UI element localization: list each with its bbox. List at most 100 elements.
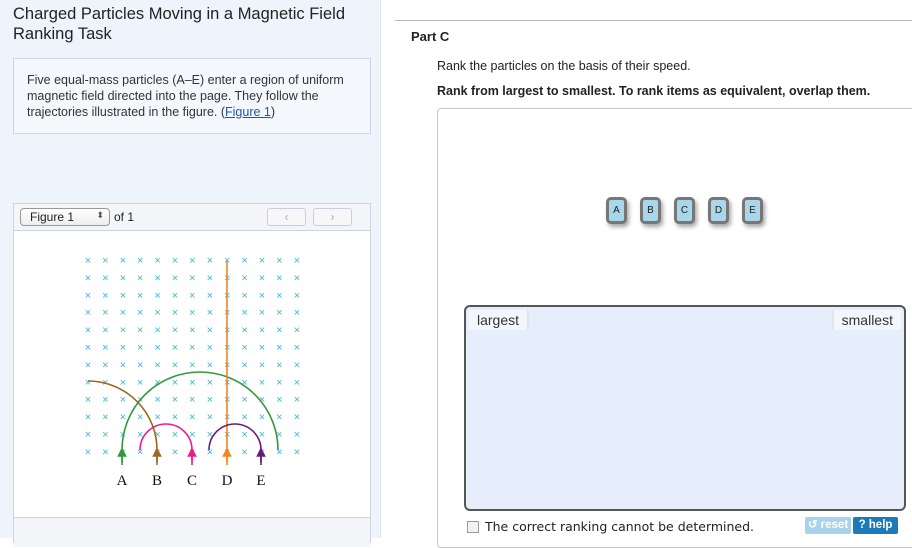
field-x-mark: × — [294, 359, 300, 371]
field-x-mark: × — [172, 255, 178, 267]
instruction-text: Rank from largest to smallest. To rank i… — [437, 84, 871, 98]
field-x-mark: × — [241, 394, 247, 406]
trajectory-c — [139, 423, 193, 465]
field-x-mark: × — [241, 272, 247, 284]
field-x-mark: × — [85, 377, 91, 389]
tile-a[interactable]: A — [606, 197, 627, 224]
field-x-mark: × — [137, 342, 143, 354]
tile-d[interactable]: D — [708, 197, 729, 224]
ranking-drop-zone[interactable]: largest smallest — [464, 305, 906, 511]
field-x-mark: × — [85, 359, 91, 371]
field-x-mark: × — [172, 412, 178, 424]
field-x-mark: × — [137, 290, 143, 302]
field-x-mark: × — [120, 342, 126, 354]
field-x-mark: × — [259, 342, 265, 354]
field-x-mark: × — [294, 429, 300, 441]
part-title: Part C — [411, 29, 450, 44]
tile-e[interactable]: E — [742, 197, 763, 224]
field-x-mark: × — [85, 429, 91, 441]
field-x-mark: × — [137, 412, 143, 424]
field-x-mark: × — [85, 446, 91, 458]
label-a: A — [117, 473, 128, 489]
field-x-mark: × — [102, 307, 108, 319]
field-x-mark: × — [189, 255, 195, 267]
field-x-mark: × — [207, 290, 213, 302]
field-x-mark: × — [294, 446, 300, 458]
field-x-mark: × — [85, 394, 91, 406]
field-x-mark: × — [276, 412, 282, 424]
help-button[interactable]: ? help — [853, 517, 898, 534]
field-x-mark: × — [259, 325, 265, 337]
field-x-mark: × — [294, 307, 300, 319]
field-x-mark: × — [207, 377, 213, 389]
field-x-mark: × — [154, 342, 160, 354]
tile-b[interactable]: B — [640, 197, 661, 224]
field-x-mark: × — [154, 412, 160, 424]
field-x-mark: × — [241, 255, 247, 267]
field-x-mark: × — [154, 272, 160, 284]
field-x-mark: × — [294, 272, 300, 284]
field-x-mark: × — [137, 377, 143, 389]
field-x-mark: × — [276, 359, 282, 371]
field-x-mark: × — [102, 412, 108, 424]
field-x-mark: × — [276, 342, 282, 354]
field-x-mark: × — [276, 325, 282, 337]
field-x-mark: × — [172, 359, 178, 371]
field-x-mark: × — [241, 359, 247, 371]
magnetic-field-into-page-marks: × × × × × × × × × × × × × × × × × × × × × × × × × × × × × × × × × × × × × × × ×… — [85, 255, 300, 458]
field-x-mark: × — [294, 412, 300, 424]
field-x-mark: × — [259, 446, 265, 458]
field-x-mark: × — [172, 307, 178, 319]
trajectory-figure: × × × × × × × × × × × × × × × × × × × × × × × × × × × × × × × × × × × × × × × ×… — [85, 255, 300, 489]
field-x-mark: × — [276, 377, 282, 389]
field-x-mark: × — [85, 290, 91, 302]
field-x-mark: × — [172, 325, 178, 337]
field-x-mark: × — [120, 412, 126, 424]
field-x-mark: × — [102, 290, 108, 302]
field-x-mark: × — [102, 272, 108, 284]
field-x-mark: × — [85, 307, 91, 319]
smallest-label: smallest — [831, 310, 901, 330]
field-x-mark: × — [120, 307, 126, 319]
field-x-mark: × — [276, 446, 282, 458]
field-x-mark: × — [276, 255, 282, 267]
field-x-mark: × — [85, 272, 91, 284]
field-x-mark: × — [120, 290, 126, 302]
question-text: Rank the particles on the basis of their… — [437, 59, 691, 73]
field-x-mark: × — [259, 255, 265, 267]
field-x-mark: × — [207, 412, 213, 424]
field-x-mark: × — [207, 255, 213, 267]
field-x-mark: × — [172, 446, 178, 458]
field-x-mark: × — [259, 272, 265, 284]
field-x-mark: × — [189, 307, 195, 319]
trajectory-e — [208, 423, 262, 465]
field-x-mark: × — [241, 307, 247, 319]
field-x-mark: × — [276, 394, 282, 406]
field-x-mark: × — [241, 290, 247, 302]
field-x-mark: × — [189, 290, 195, 302]
field-x-mark: × — [241, 342, 247, 354]
field-x-mark: × — [172, 272, 178, 284]
field-x-mark: × — [172, 290, 178, 302]
field-x-mark: × — [137, 272, 143, 284]
field-x-mark: × — [259, 359, 265, 371]
trajectory-a — [121, 371, 279, 465]
field-x-mark: × — [189, 325, 195, 337]
field-x-mark: × — [120, 377, 126, 389]
field-x-mark: × — [120, 394, 126, 406]
label-e: E — [256, 473, 265, 489]
field-x-mark: × — [207, 359, 213, 371]
cannot-determine-checkbox[interactable] — [467, 521, 479, 533]
field-x-mark: × — [241, 412, 247, 424]
field-x-mark: × — [85, 412, 91, 424]
field-x-mark: × — [276, 307, 282, 319]
field-x-mark: × — [102, 394, 108, 406]
field-x-mark: × — [85, 342, 91, 354]
reset-button[interactable]: ↺ reset — [805, 517, 851, 534]
field-x-mark: × — [102, 359, 108, 371]
tile-c[interactable]: C — [674, 197, 695, 224]
field-x-mark: × — [102, 325, 108, 337]
field-x-mark: × — [189, 272, 195, 284]
field-x-mark: × — [241, 325, 247, 337]
field-x-mark: × — [137, 325, 143, 337]
